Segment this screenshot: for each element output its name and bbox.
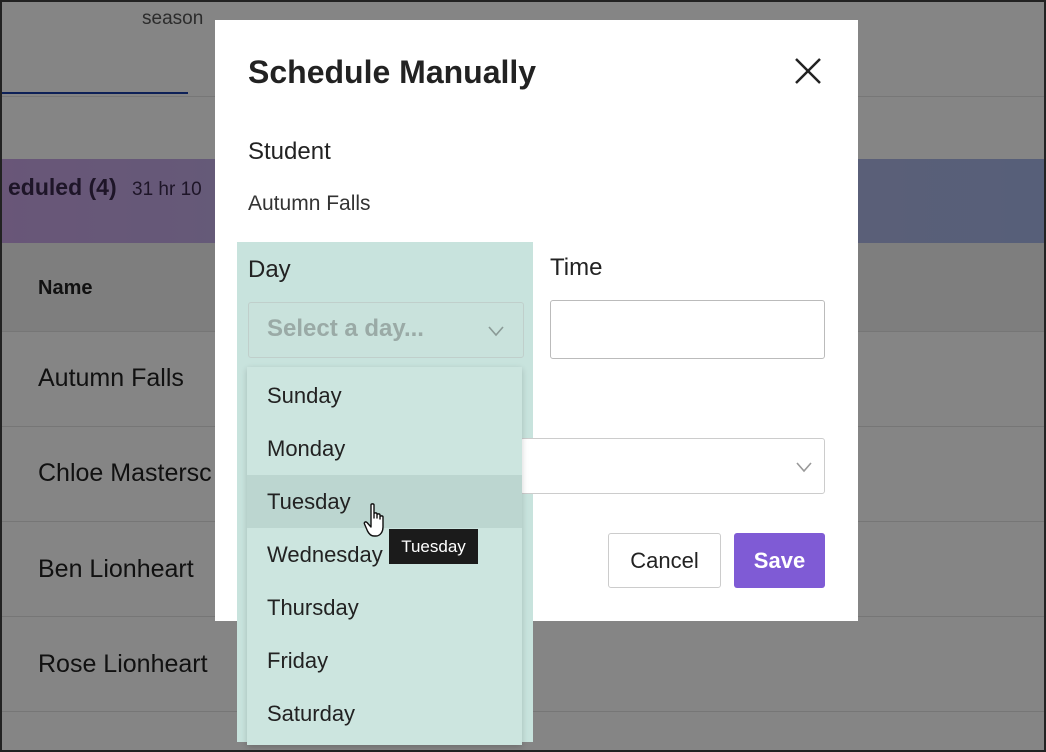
day-option-saturday[interactable]: Saturday — [247, 687, 522, 740]
day-option-monday[interactable]: Monday — [247, 422, 522, 475]
day-option-friday[interactable]: Friday — [247, 634, 522, 687]
chevron-down-icon — [488, 326, 504, 337]
close-icon — [795, 58, 821, 84]
close-button[interactable] — [793, 56, 823, 86]
day-select-placeholder: Select a day... — [267, 315, 424, 342]
cancel-button[interactable]: Cancel — [608, 533, 721, 588]
student-label: Student — [248, 138, 331, 165]
day-option-thursday[interactable]: Thursday — [247, 581, 522, 634]
save-button[interactable]: Save — [734, 533, 825, 588]
day-select[interactable]: Select a day... — [248, 302, 524, 358]
day-dropdown-list: Sunday Monday Tuesday Wednesday Thursday… — [247, 367, 522, 745]
dialog-title: Schedule Manually — [248, 54, 537, 90]
chevron-down-icon — [796, 462, 812, 473]
day-label: Day — [248, 256, 291, 283]
time-label: Time — [550, 254, 603, 281]
time-input[interactable] — [550, 300, 825, 359]
day-option-sunday[interactable]: Sunday — [247, 369, 522, 422]
option-tooltip: Tuesday — [389, 529, 478, 564]
student-value: Autumn Falls — [248, 192, 371, 215]
hand-pointer-icon — [363, 503, 384, 537]
app-frame: season eduled (4) 31 hr 10 Name Autumn F… — [0, 0, 1046, 752]
secondary-select[interactable] — [520, 438, 825, 494]
